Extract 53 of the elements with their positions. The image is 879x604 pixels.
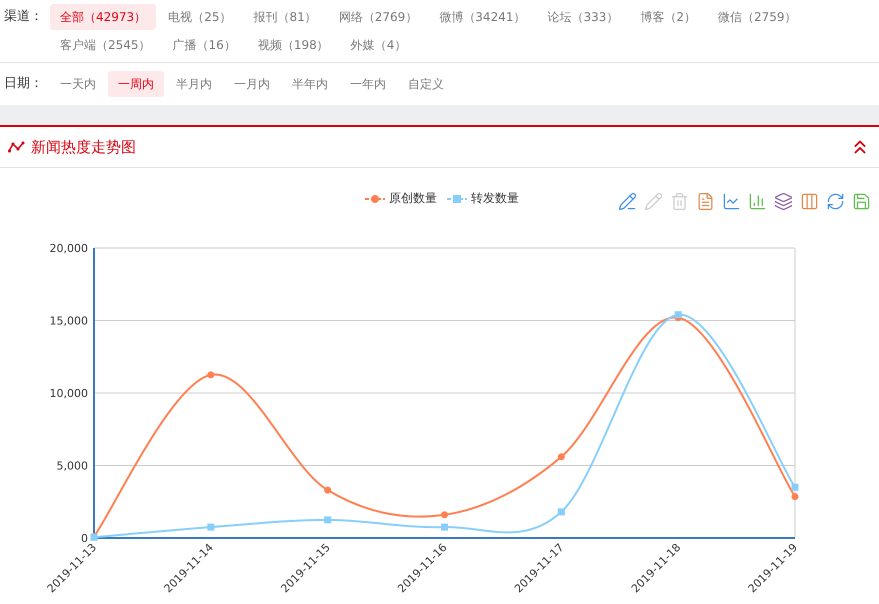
legend-marker-icon [365, 194, 385, 204]
data-point [90, 534, 98, 541]
data-point [792, 493, 798, 500]
channel-option[interactable]: 视频（198） [248, 32, 339, 58]
refresh-icon[interactable] [826, 192, 845, 211]
channel-option[interactable]: 网络（2769） [328, 4, 428, 30]
channel-option[interactable]: 全部（42973） [50, 4, 156, 30]
columns-icon[interactable] [800, 192, 819, 211]
document-icon[interactable] [696, 192, 715, 211]
date-option[interactable]: 一年内 [340, 71, 396, 97]
date-option[interactable]: 自定义 [398, 71, 454, 97]
legend-item[interactable]: 转发数量 [447, 190, 519, 207]
data-point [207, 524, 214, 531]
channel-option[interactable]: 报刊（81） [243, 4, 327, 30]
channel-option[interactable]: 微信（2759） [708, 4, 807, 30]
channel-option[interactable]: 论坛（333） [537, 4, 628, 30]
channel-option[interactable]: 电视（25） [158, 4, 242, 30]
y-axis-label: 5,000 [56, 460, 88, 472]
legend-label: 原创数量 [389, 190, 437, 207]
legend-marker-icon [447, 194, 467, 204]
data-point [324, 486, 332, 494]
y-axis-label: 0 [81, 532, 88, 545]
filter-label: 日期： [4, 75, 44, 93]
data-point [324, 516, 332, 524]
panel-title: 新闻热度走势图 [31, 138, 137, 156]
save-icon[interactable] [852, 192, 871, 211]
data-point [792, 484, 798, 491]
channel-option[interactable]: 微博（34241） [429, 4, 536, 30]
trend-line-icon [8, 141, 25, 153]
data-point [441, 511, 448, 518]
date-option[interactable]: 一天内 [50, 71, 106, 97]
line-chart-icon[interactable] [722, 192, 741, 211]
data-point [441, 524, 448, 531]
date-option[interactable]: 半月内 [166, 71, 222, 97]
channel-option[interactable]: 外媒（4） [340, 32, 416, 58]
date-option[interactable]: 半年内 [282, 71, 338, 97]
stack-icon[interactable] [774, 192, 793, 211]
legend-item[interactable]: 原创数量 [365, 190, 437, 207]
date-option[interactable]: 一周内 [108, 71, 164, 97]
filter-label: 渠道： [4, 8, 44, 26]
data-point [558, 453, 565, 460]
date-option[interactable]: 一月内 [224, 71, 280, 97]
data-point [558, 508, 565, 516]
bar-chart-icon[interactable] [748, 192, 767, 211]
y-axis-label: 20,000 [50, 242, 88, 255]
legend-label: 转发数量 [471, 190, 519, 207]
y-axis-label: 15,000 [50, 314, 88, 328]
channel-option[interactable]: 广播（16） [162, 32, 246, 58]
channel-option[interactable]: 博客（2） [630, 4, 706, 30]
channel-option[interactable]: 客户端（2545） [50, 32, 161, 58]
pen-plus-icon[interactable] [618, 192, 637, 211]
y-axis-label: 10,000 [50, 387, 88, 400]
data-point [207, 371, 214, 378]
